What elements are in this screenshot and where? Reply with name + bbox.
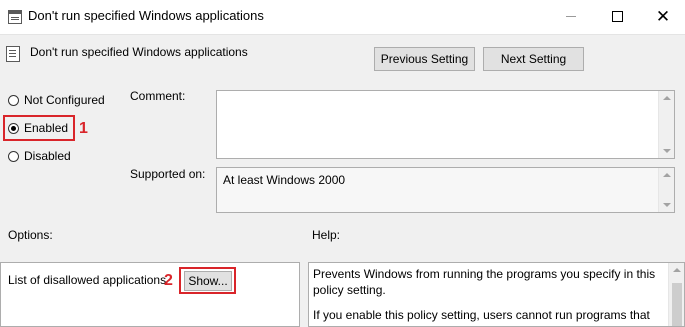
minimize-button[interactable] xyxy=(548,0,594,33)
radio-not-configured[interactable]: Not Configured xyxy=(8,93,105,107)
scroll-down-icon[interactable] xyxy=(663,203,671,207)
scroll-up-icon[interactable] xyxy=(663,173,671,177)
policy-setting-icon xyxy=(6,46,20,62)
supported-on-label: Supported on: xyxy=(130,167,206,181)
scroll-up-icon[interactable] xyxy=(673,268,681,272)
scroll-up-icon[interactable] xyxy=(663,96,671,100)
maximize-icon xyxy=(611,11,623,22)
supported-on-field: At least Windows 2000 xyxy=(216,167,675,213)
policy-name: Don't run specified Windows applications xyxy=(30,45,248,59)
next-setting-button[interactable]: Next Setting xyxy=(483,47,584,71)
annotation-box-show xyxy=(179,267,236,294)
radio-disabled[interactable]: Disabled xyxy=(8,149,71,163)
radio-circle[interactable] xyxy=(8,94,19,106)
help-scrollbar[interactable] xyxy=(668,263,684,326)
help-paragraph: If you enable this policy setting, users… xyxy=(313,308,650,322)
comment-label: Comment: xyxy=(130,89,186,103)
comment-textarea[interactable] xyxy=(216,90,675,159)
close-button[interactable]: ✕ xyxy=(640,0,685,33)
title-bar: Don't run specified Windows applications… xyxy=(0,0,685,35)
help-label: Help: xyxy=(312,228,341,242)
annotation-number-1: 1 xyxy=(79,120,88,137)
supported-scrollbar[interactable] xyxy=(658,168,674,212)
help-text: Prevents Windows from running the progra… xyxy=(313,266,663,326)
window-title: Don't run specified Windows applications xyxy=(28,8,264,23)
previous-setting-button[interactable]: Previous Setting xyxy=(374,47,475,71)
disallowed-list-label: List of disallowed applications xyxy=(8,273,167,287)
help-paragraph: Prevents Windows from running the progra… xyxy=(313,267,656,297)
scroll-thumb[interactable] xyxy=(672,283,682,326)
scroll-down-icon[interactable] xyxy=(663,149,671,153)
annotation-box-enabled xyxy=(3,115,75,141)
help-panel: Prevents Windows from running the progra… xyxy=(308,262,685,327)
supported-on-value: At least Windows 2000 xyxy=(223,173,346,187)
comment-scrollbar[interactable] xyxy=(658,91,674,158)
options-panel: List of disallowed applications xyxy=(0,262,300,327)
annotation-number-2: 2 xyxy=(164,272,173,289)
minimize-icon xyxy=(566,16,576,17)
radio-circle[interactable] xyxy=(8,150,19,162)
maximize-button[interactable] xyxy=(594,0,640,33)
radio-label: Disabled xyxy=(24,149,71,163)
options-label: Options: xyxy=(8,228,53,242)
close-icon: ✕ xyxy=(655,7,671,26)
radio-label: Not Configured xyxy=(24,93,105,107)
policy-editor-body: Don't run specified Windows applications… xyxy=(0,35,685,327)
policy-window-icon xyxy=(8,10,22,24)
